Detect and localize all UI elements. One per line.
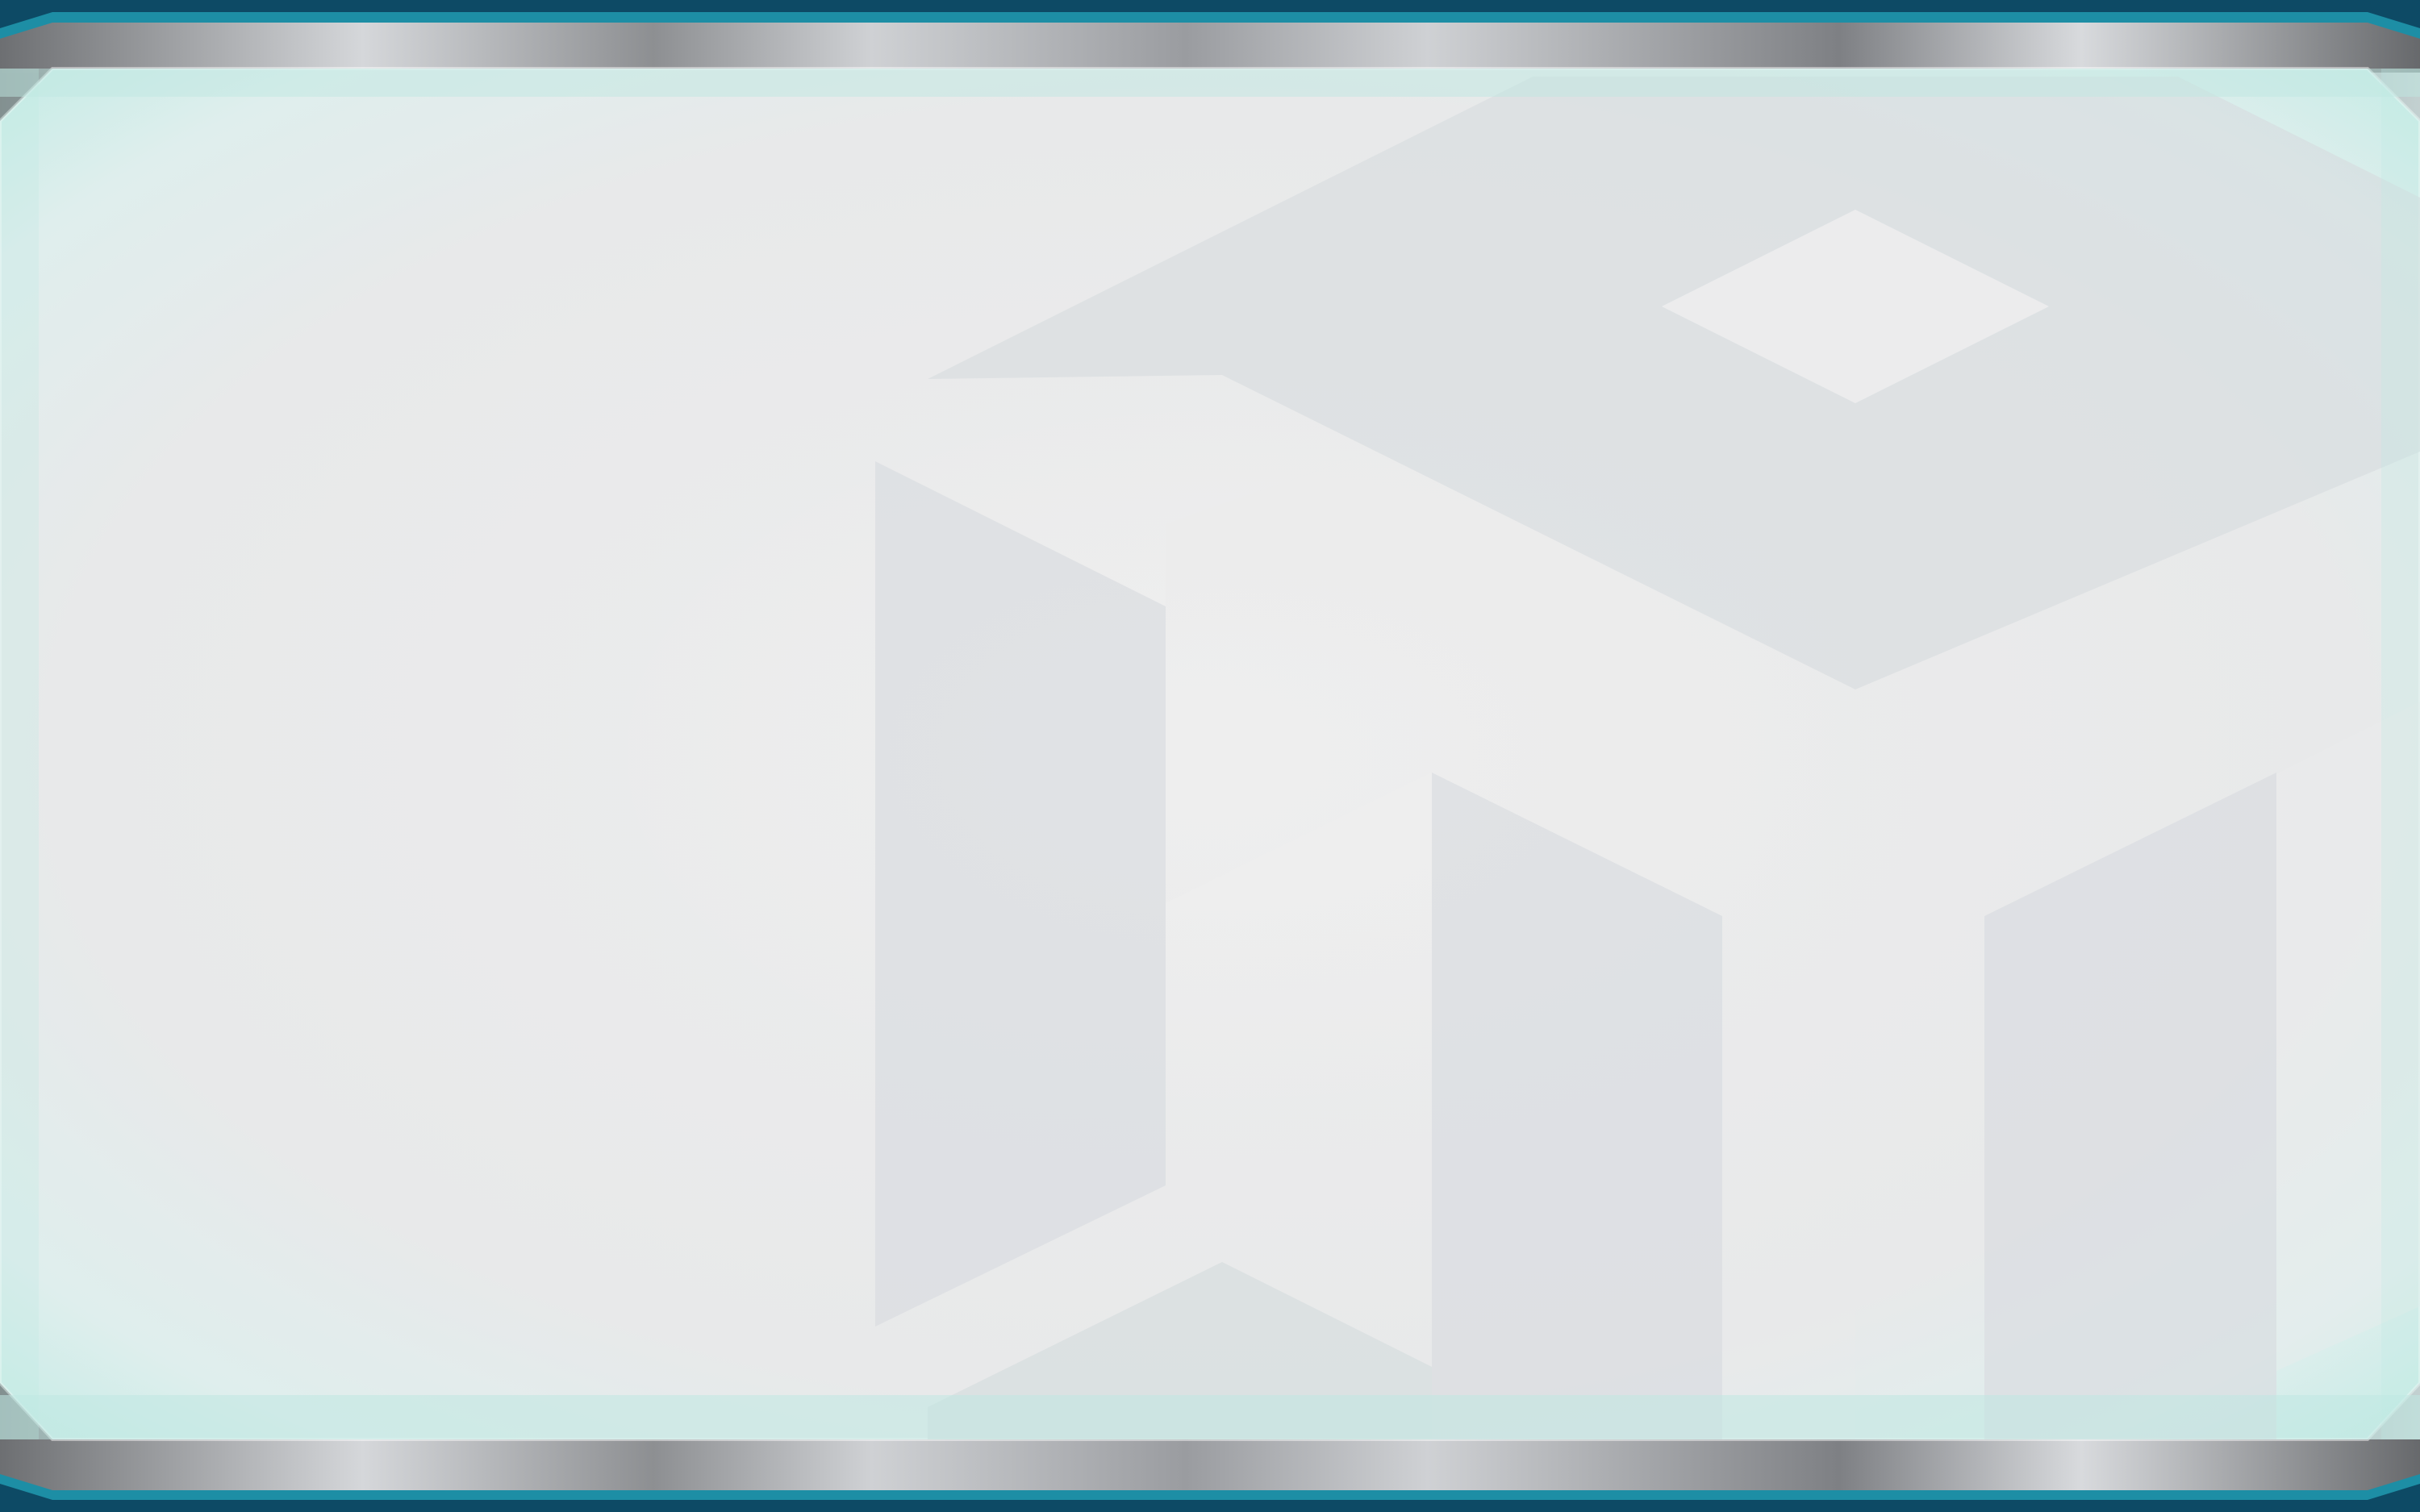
fullscreen-ui-frame <box>0 0 2420 1512</box>
frame-artwork <box>0 0 2420 1512</box>
